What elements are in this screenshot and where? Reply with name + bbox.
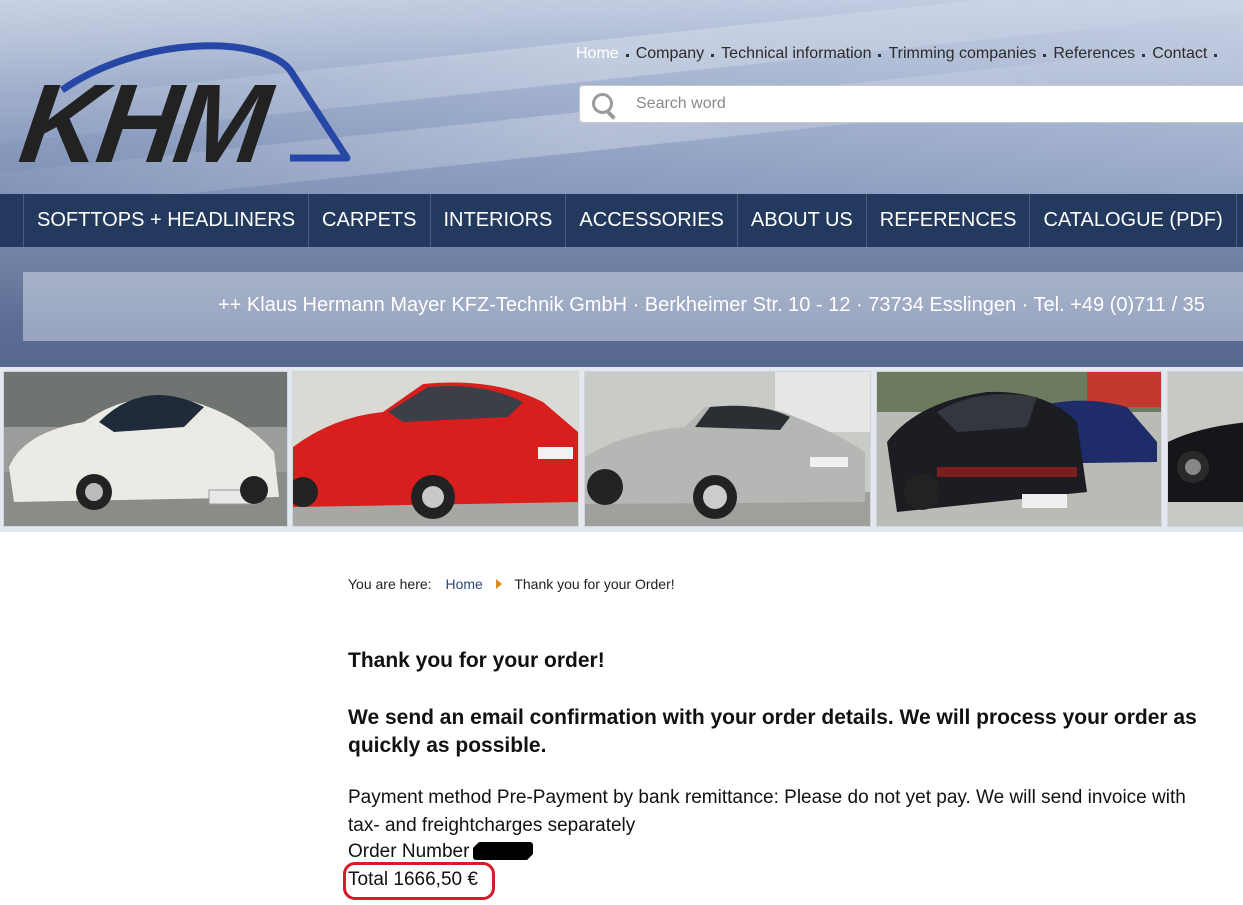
car-photo [1167, 371, 1243, 527]
car-photo [292, 371, 579, 527]
nav-separator [1142, 53, 1146, 57]
order-number: Order Number [348, 840, 532, 864]
order-number-label: Order Number [348, 841, 470, 862]
nav-separator [711, 53, 715, 57]
ticker-text: ++ Klaus Hermann Mayer KFZ-Technik GmbH … [218, 294, 1205, 316]
page-title: Thank you for your order! [348, 649, 605, 672]
confirmation-message: We send an email confirmation with your … [348, 706, 1197, 757]
ticker-band: ++ Klaus Hermann Mayer KFZ-Technik GmbH … [0, 247, 1243, 367]
topnav-references[interactable]: References [1053, 45, 1135, 63]
site-header: KHM Home Company Technical information T… [0, 0, 1243, 194]
nav-separator [1043, 53, 1047, 57]
nav-separator [625, 53, 629, 57]
car-photo [876, 371, 1162, 527]
payment-info: Payment method Pre-Payment by bank remit… [348, 787, 1186, 836]
nav-references[interactable]: REFERENCES [867, 194, 1031, 247]
khm-logo[interactable]: KHM [13, 40, 362, 186]
topnav-technical-information[interactable]: Technical information [721, 45, 871, 63]
nav-interiors[interactable]: INTERIORS [431, 194, 567, 247]
nav-accessories[interactable]: ACCESSORIES [566, 194, 738, 247]
redacted-order-number [475, 844, 532, 858]
breadcrumb-arrow-icon [495, 579, 502, 589]
top-navigation: Home Company Technical information Trimm… [576, 45, 1224, 63]
nav-separator [878, 53, 882, 57]
photo-strip [0, 367, 1243, 532]
topnav-contact[interactable]: Contact [1152, 45, 1207, 63]
breadcrumb: You are here: Home Thank you for your Or… [348, 576, 675, 592]
car-photo [584, 371, 871, 527]
breadcrumb-label: You are here: [348, 576, 432, 592]
main-navigation: SOFTTOPS + HEADLINERS CARPETS INTERIORS … [0, 194, 1243, 247]
nav-about-us[interactable]: ABOUT US [738, 194, 867, 247]
search-box [579, 85, 1243, 123]
logo-text: KHM [13, 61, 274, 186]
car-photo [3, 371, 288, 527]
search-icon[interactable] [580, 86, 626, 122]
nav-carpets[interactable]: CARPETS [309, 194, 431, 247]
company-ticker: ++ Klaus Hermann Mayer KFZ-Technik GmbH … [23, 272, 1243, 341]
search-input[interactable] [626, 95, 1226, 113]
breadcrumb-home[interactable]: Home [445, 576, 482, 592]
nav-separator [1214, 53, 1218, 57]
total-highlight-circle [343, 862, 495, 900]
topnav-company[interactable]: Company [636, 45, 704, 63]
breadcrumb-current: Thank you for your Order! [514, 576, 675, 592]
topnav-home[interactable]: Home [576, 45, 619, 63]
nav-catalogue-pdf[interactable]: CATALOGUE (PDF) [1030, 194, 1237, 247]
topnav-trimming-companies[interactable]: Trimming companies [888, 45, 1036, 63]
nav-softtops-headliners[interactable]: SOFTTOPS + HEADLINERS [24, 194, 310, 247]
